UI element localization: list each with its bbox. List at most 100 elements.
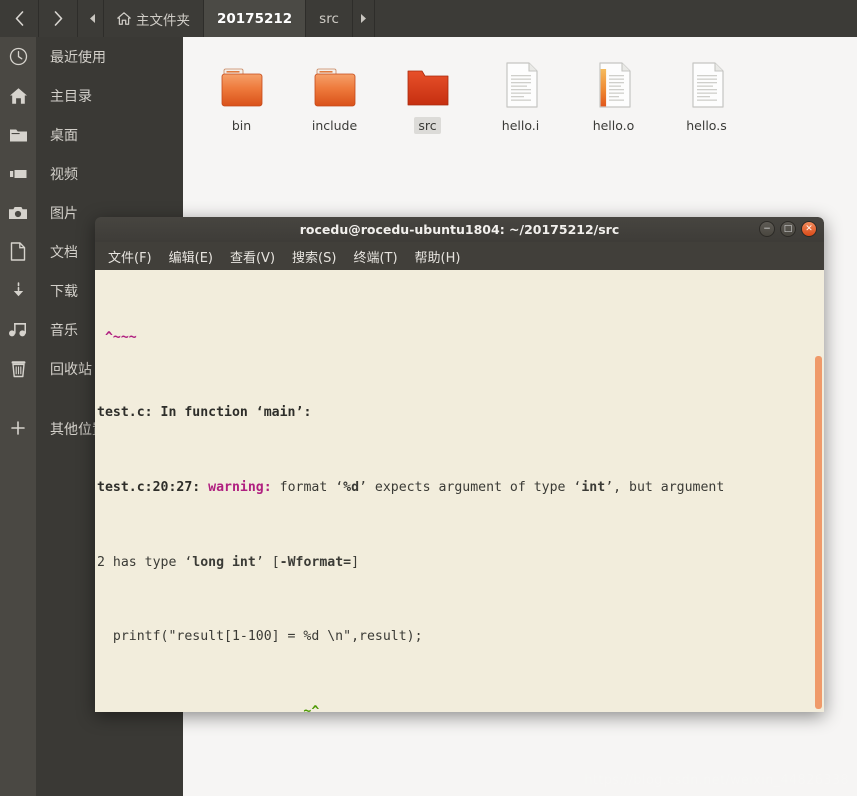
sidebar-icon-rail [0, 37, 36, 796]
breadcrumb-scroll-left[interactable] [82, 0, 104, 37]
caret-marker: ^~~~ [97, 330, 137, 346]
download-icon[interactable] [0, 271, 36, 310]
menu-help[interactable]: 帮助(H) [408, 245, 468, 268]
warning-keyword: warning: [200, 479, 272, 495]
file-name-label: src [414, 117, 441, 134]
file-manager-pathbar: 主文件夹 20175212 src [0, 0, 857, 37]
watermark: https://blog.csdn.net/weixin_44826338 [584, 773, 849, 788]
trash-icon[interactable] [0, 349, 36, 388]
caret-marker-mid: ~^ [97, 704, 320, 712]
document-icon[interactable] [0, 232, 36, 271]
sidebar-item-home[interactable]: 主目录 [36, 76, 183, 115]
warning-text-b: ’ expects argument of type ‘ [359, 479, 582, 495]
back-button[interactable] [0, 0, 39, 37]
camera-icon[interactable] [0, 193, 36, 232]
menu-file[interactable]: 文件(F) [101, 245, 159, 268]
sidebar-item-label: 最近使用 [50, 49, 106, 66]
breadcrumb-scroll-right[interactable] [352, 0, 375, 37]
sidebar-item-label: 桌面 [50, 127, 78, 144]
warning-cont-c: ] [351, 554, 360, 570]
warning-type-long: long int [192, 554, 256, 570]
menu-edit[interactable]: 编辑(E) [162, 245, 220, 268]
file-grid: bin include src hello.i hello.o hello.s [183, 37, 857, 134]
terminal-line-infunc: test.c: In function ‘main’: [97, 404, 824, 423]
home-icon[interactable] [0, 76, 36, 115]
screen: 主文件夹 20175212 src 最近使用 主目录 桌面 视频 图片 文档 下… [0, 0, 857, 796]
menu-search[interactable]: 搜索(S) [285, 245, 343, 268]
terminal-output-area[interactable]: ^~~~ test.c: In function ‘main’: test.c:… [95, 270, 824, 712]
warning-cont-b: ’ [ [255, 554, 280, 570]
music-icon[interactable] [0, 310, 36, 349]
breadcrumb-20175212[interactable]: 20175212 [204, 0, 307, 37]
warning-text-a: format ‘ [271, 479, 344, 495]
sidebar-item-label: 主目录 [50, 88, 92, 105]
plus-icon[interactable] [0, 408, 36, 447]
text-file-icon [499, 53, 543, 111]
sidebar-item-videos[interactable]: 视频 [36, 154, 183, 193]
chevron-right-icon [54, 11, 62, 26]
file-name-label: bin [231, 118, 252, 133]
terminal-line-caret-top: ^~~~ [97, 329, 824, 348]
warning-location: test.c:20:27: [97, 479, 201, 495]
terminal-titlebar[interactable]: rocedu@rocedu-ubuntu1804: ~/20175212/src… [95, 217, 824, 242]
infunc-prefix: test.c: In function ‘ [97, 404, 264, 420]
breadcrumb-home-label: 主文件夹 [136, 12, 190, 29]
infunc-name: main [263, 404, 296, 420]
home-icon [117, 12, 131, 25]
warning-format-spec: %d [343, 479, 360, 495]
object-file-icon [592, 53, 636, 111]
file-name-label: hello.o [592, 118, 635, 133]
sidebar-item-label: 下载 [50, 283, 78, 300]
sidebar-item-label: 音乐 [50, 322, 78, 339]
maximize-icon: □ [783, 224, 793, 234]
breadcrumb-20175212-label: 20175212 [217, 10, 293, 27]
sidebar-item-recent[interactable]: 最近使用 [36, 37, 183, 76]
triangle-left-icon [90, 14, 95, 23]
text-file-icon [685, 53, 729, 111]
file-item-hello-i[interactable]: hello.i [474, 45, 567, 134]
file-item-hello-s[interactable]: hello.s [660, 45, 753, 134]
file-item-hello-o[interactable]: hello.o [567, 45, 660, 134]
clock-icon[interactable] [0, 37, 36, 76]
terminal-line-printf: printf("result[1-100] = %d \n",result); [97, 629, 423, 645]
breadcrumb-src[interactable]: src [306, 0, 353, 37]
video-icon[interactable] [0, 154, 36, 193]
terminal-scrollbar[interactable] [815, 356, 822, 709]
sidebar-item-desktop[interactable]: 桌面 [36, 115, 183, 154]
minimize-icon: − [763, 224, 771, 234]
terminal-line-caret-mid: ~^ [97, 703, 824, 712]
breadcrumb: 主文件夹 20175212 src [82, 0, 375, 37]
menu-terminal[interactable]: 终端(T) [346, 245, 404, 268]
file-item-src[interactable]: src [381, 45, 474, 134]
close-button[interactable]: ✕ [801, 221, 817, 237]
infunc-suffix: ’: [295, 404, 312, 420]
sidebar-item-label: 文档 [50, 244, 78, 261]
breadcrumb-home[interactable]: 主文件夹 [104, 0, 204, 37]
close-icon: ✕ [805, 224, 813, 234]
folder-icon [216, 53, 268, 111]
terminal-menubar: 文件(F) 编辑(E) 查看(V) 搜索(S) 终端(T) 帮助(H) [95, 242, 824, 270]
file-name-label: hello.s [686, 118, 727, 133]
warning-flag: -Wformat= [279, 554, 352, 570]
folder-open-icon [402, 53, 454, 111]
folder-icon[interactable] [0, 115, 36, 154]
file-name-label: include [311, 118, 358, 133]
window-controls: − □ ✕ [759, 221, 817, 237]
terminal-line-warning-cont: 2 has type ‘long int’ [-Wformat=] [97, 554, 824, 573]
breadcrumb-src-label: src [319, 10, 339, 27]
terminal-window[interactable]: rocedu@rocedu-ubuntu1804: ~/20175212/src… [95, 217, 824, 712]
warning-text-c: ’, but argument [605, 479, 725, 495]
file-name-label: hello.i [501, 118, 540, 133]
menu-view[interactable]: 查看(V) [223, 245, 282, 268]
minimize-button[interactable]: − [759, 221, 775, 237]
terminal-line-warning: test.c:20:27: warning: format ‘%d’ expec… [97, 479, 824, 498]
folder-icon [309, 53, 361, 111]
sidebar-item-label: 图片 [50, 205, 78, 222]
forward-button[interactable] [39, 0, 78, 37]
sidebar-item-label: 回收站 [50, 361, 92, 378]
file-item-include[interactable]: include [288, 45, 381, 134]
triangle-right-icon [360, 14, 366, 23]
warning-cont-a: 2 has type ‘ [97, 554, 193, 570]
file-item-bin[interactable]: bin [195, 45, 288, 134]
maximize-button[interactable]: □ [780, 221, 796, 237]
